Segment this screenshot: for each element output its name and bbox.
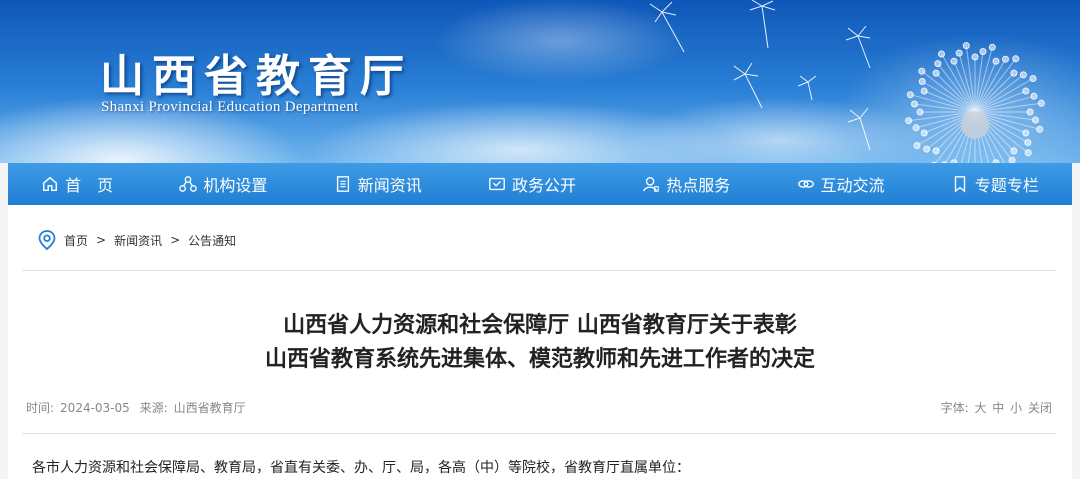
nav-item-hot-services[interactable]: 热点服务 <box>642 172 730 196</box>
nav-item-special-topics[interactable]: 专题专栏 <box>951 172 1039 196</box>
nav-item-news[interactable]: 新闻资讯 <box>334 172 422 196</box>
breadcrumb-news[interactable]: 新闻资讯 <box>114 232 162 249</box>
open-icon <box>489 177 505 191</box>
publish-date: 2024-03-05 <box>60 401 130 415</box>
nav-item-label: 政务公开 <box>511 176 576 195</box>
breadcrumb-notices[interactable]: 公告通知 <box>188 232 236 249</box>
location-pin-icon <box>38 230 56 250</box>
nav-item-label: 首 页 <box>65 176 114 195</box>
user-service-icon <box>643 177 659 192</box>
main-nav: 首 页 机构设置 新闻资讯 政务公开 热点服务 互动交流 专题专栏 <box>8 163 1072 205</box>
document-icon <box>336 176 349 192</box>
nav-item-label: 机构设置 <box>203 176 268 195</box>
breadcrumb-separator: > <box>170 233 181 247</box>
nav-item-label: 新闻资讯 <box>357 176 422 195</box>
font-size-controls: 字体: 大 中 小 关闭 <box>939 399 1052 416</box>
divider <box>22 270 1056 271</box>
article-card: 首页 > 新闻资讯 > 公告通知 山西省人力资源和社会保障厅 山西省教育厅关于表… <box>8 205 1072 479</box>
source-value: 山西省教育厅 <box>173 401 246 415</box>
nav-item-label: 专题专栏 <box>974 176 1039 195</box>
source-label: 来源: <box>139 401 168 415</box>
font-size-label: 字体: <box>940 401 969 415</box>
nav-item-interaction[interactable]: 互动交流 <box>797 172 885 196</box>
breadcrumb-home[interactable]: 首页 <box>64 232 88 249</box>
nav-item-home[interactable]: 首 页 <box>41 172 113 196</box>
font-large-button[interactable]: 大 <box>974 401 986 415</box>
site-logo-title[interactable]: 山西省教育厅 <box>100 40 412 104</box>
font-medium-button[interactable]: 中 <box>992 401 1004 415</box>
nav-item-org[interactable]: 机构设置 <box>179 172 267 196</box>
font-small-button[interactable]: 小 <box>1010 401 1022 415</box>
close-button[interactable]: 关闭 <box>1028 401 1052 415</box>
nav-item-label: 热点服务 <box>666 176 731 195</box>
article-title-line2: 山西省教育系统先进集体、模范教师和先进工作者的决定 <box>264 347 815 372</box>
home-icon <box>43 176 58 192</box>
nav-item-label: 互动交流 <box>820 176 885 195</box>
org-icon <box>179 176 198 192</box>
article-first-paragraph: 各市人力资源和社会保障局、教育局，省直有关委、办、厅、局，各高（中）等院校，省教… <box>32 460 690 476</box>
article-title-line1: 山西省人力资源和社会保障厅 山西省教育厅关于表彰 <box>283 313 797 338</box>
header-banner: 山西省教育厅 Shanxi Provincial Education Depar… <box>0 0 1080 163</box>
site-logo-subtitle: Shanxi Provincial Education Department <box>101 99 359 115</box>
time-label: 时间: <box>26 401 55 415</box>
breadcrumb-separator: > <box>96 233 107 247</box>
divider <box>22 433 1056 434</box>
nav-item-gov-affairs[interactable]: 政务公开 <box>488 172 576 196</box>
article-meta: 时间: 2024-03-05 来源: 山西省教育厅 <box>26 399 252 416</box>
breadcrumb: 首页 > 新闻资讯 > 公告通知 <box>38 230 236 250</box>
bookmark-icon <box>954 176 965 193</box>
link-icon <box>797 180 814 188</box>
